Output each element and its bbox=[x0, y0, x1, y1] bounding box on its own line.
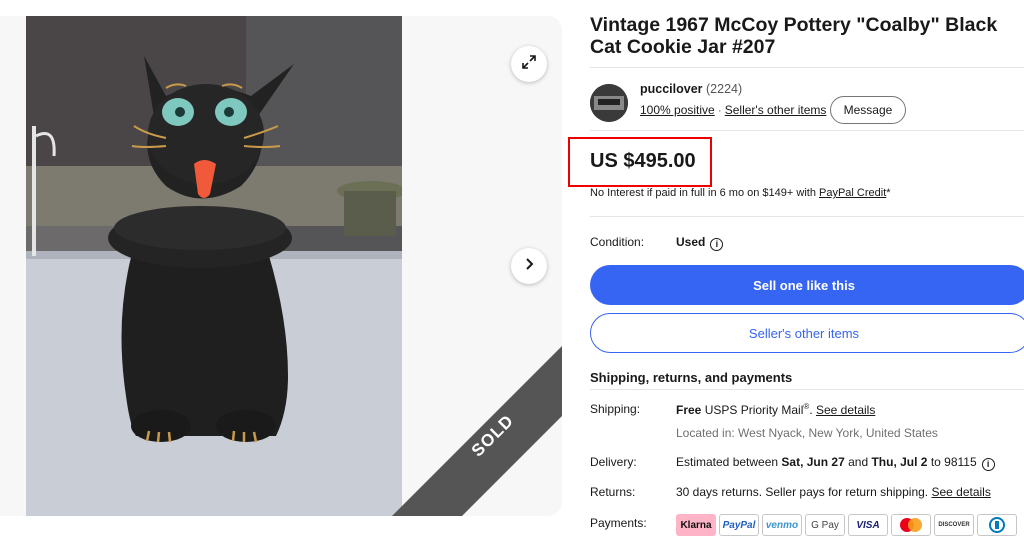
shipping-value: Free USPS Priority Mail®. See details bbox=[676, 402, 876, 417]
shipping-label: Shipping: bbox=[590, 402, 641, 416]
credit-asterisk: * bbox=[886, 187, 891, 199]
seller-links: 100% positive·Seller's other items· bbox=[640, 103, 833, 117]
shipping-section-heading: Shipping, returns, and payments bbox=[590, 370, 793, 385]
delivery-start: Sat, Jun 27 bbox=[781, 455, 845, 469]
condition-text: Used bbox=[676, 235, 706, 249]
shipping-service: USPS Priority Mail bbox=[701, 403, 804, 417]
delivery-end: Thu, Jul 2 bbox=[871, 455, 928, 469]
chevron-right-icon bbox=[522, 257, 536, 276]
condition-label: Condition: bbox=[590, 235, 645, 249]
shipping-see-details-link[interactable]: See details bbox=[816, 403, 875, 417]
delivery-label: Delivery: bbox=[590, 455, 637, 469]
shipping-registered-mark: ® bbox=[803, 402, 810, 411]
paypal-logo: PayPal bbox=[719, 514, 759, 536]
credit-offer-text: No Interest if paid in full in 6 mo on $… bbox=[590, 187, 819, 199]
delivery-prefix: Estimated between bbox=[676, 455, 782, 469]
message-seller-button[interactable]: Message bbox=[830, 96, 906, 124]
info-icon[interactable]: i bbox=[981, 458, 995, 471]
credit-offer: No Interest if paid in full in 6 mo on $… bbox=[590, 187, 891, 199]
returns-see-details-link[interactable]: See details bbox=[931, 485, 990, 499]
sellers-other-items-button[interactable]: Seller's other items bbox=[590, 313, 1024, 353]
divider bbox=[590, 216, 1024, 217]
mastercard-logo bbox=[891, 514, 931, 536]
returns-text: 30 days returns. Seller pays for return … bbox=[676, 485, 932, 499]
delivery-suffix: to 98115 bbox=[927, 455, 977, 469]
seller-username[interactable]: puccilover bbox=[640, 82, 703, 96]
divider bbox=[590, 130, 1024, 131]
divider bbox=[590, 67, 1024, 68]
item-details-panel: Vintage 1967 McCoy Pottery "Coalby" Blac… bbox=[568, 0, 1024, 536]
divider bbox=[590, 389, 1024, 390]
condition-value: Used i bbox=[676, 235, 724, 251]
diners-club-logo bbox=[977, 514, 1017, 536]
delivery-value: Estimated between Sat, Jun 27 and Thu, J… bbox=[676, 455, 995, 471]
expand-icon bbox=[521, 54, 537, 75]
sold-label: SOLD bbox=[467, 410, 518, 461]
item-price: US $495.00 bbox=[590, 150, 696, 172]
next-image-button[interactable] bbox=[511, 248, 547, 284]
payments-label: Payments: bbox=[590, 516, 647, 530]
paypal-credit-link[interactable]: PayPal Credit bbox=[819, 187, 886, 199]
expand-image-button[interactable] bbox=[511, 46, 547, 82]
product-photo[interactable] bbox=[26, 16, 402, 516]
returns-label: Returns: bbox=[590, 485, 636, 499]
info-icon[interactable]: i bbox=[710, 238, 724, 251]
seller-other-items-link[interactable]: Seller's other items bbox=[725, 103, 827, 117]
seller-name[interactable]: puccilover (2224) bbox=[640, 82, 742, 96]
delivery-and: and bbox=[844, 455, 872, 469]
venmo-logo: venmo bbox=[762, 514, 802, 536]
item-title: Vintage 1967 McCoy Pottery "Coalby" Blac… bbox=[590, 14, 998, 58]
shipping-free: Free bbox=[676, 403, 702, 417]
google-pay-logo: G Pay bbox=[805, 514, 845, 536]
item-location: Located in: West Nyack, New York, United… bbox=[676, 426, 938, 440]
visa-logo: VISA bbox=[848, 514, 888, 536]
returns-value: 30 days returns. Seller pays for return … bbox=[676, 485, 991, 499]
sell-one-like-this-button[interactable]: Sell one like this bbox=[590, 265, 1024, 305]
discover-logo: DISCOVER bbox=[934, 514, 974, 536]
klarna-logo: Klarna bbox=[676, 514, 716, 536]
image-gallery: SOLD bbox=[0, 16, 562, 516]
seller-positive-link[interactable]: 100% positive bbox=[640, 103, 715, 117]
seller-avatar[interactable] bbox=[590, 84, 628, 122]
payment-methods: Klarna PayPal venmo G Pay VISA DISCOVER bbox=[676, 514, 1017, 536]
seller-feedback-count: (2224) bbox=[706, 82, 743, 96]
